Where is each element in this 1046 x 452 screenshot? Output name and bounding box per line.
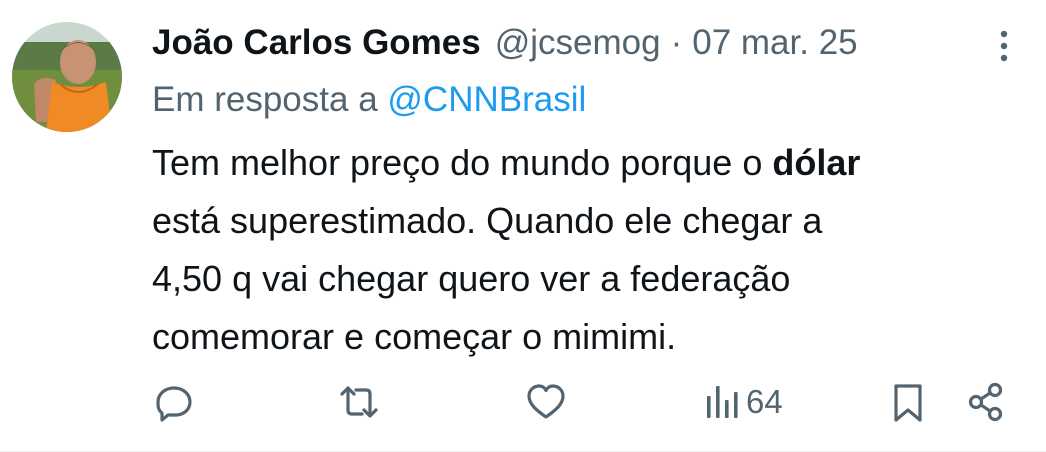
header-separator: · (670, 23, 683, 62)
author-handle[interactable]: @jcsemog (495, 23, 661, 63)
views-chart-icon (704, 380, 740, 424)
retweet-icon (336, 380, 382, 424)
retweet-button[interactable] (336, 372, 382, 432)
tweet-text-line-2: está superestimado. Quando ele chegar a (152, 200, 823, 241)
bookmark-button[interactable] (888, 372, 928, 432)
tweet-text: Tem melhor preço do mundo porque o dólar… (152, 134, 1012, 366)
avatar[interactable] (12, 22, 122, 132)
tweet-text-line-1: Tem melhor preço do mundo porque o dólar (152, 134, 1012, 192)
reply-mention-link[interactable]: @CNNBrasil (387, 80, 586, 119)
reply-context: Em resposta a @CNNBrasil (152, 80, 586, 120)
reply-icon (152, 380, 196, 424)
author-name[interactable]: João Carlos Gomes (152, 23, 481, 63)
more-options-icon[interactable] (992, 26, 1016, 66)
reply-prefix: Em resposta a (152, 80, 378, 119)
reply-button[interactable] (152, 372, 196, 432)
tweet-actions-bar: 64 (0, 372, 1046, 432)
views-button[interactable]: 64 (704, 372, 783, 432)
tweet-date[interactable]: 07 mar. 25 (692, 23, 857, 63)
heart-icon (524, 380, 568, 424)
share-icon (966, 380, 1006, 424)
tweet-text-line-4: comemorar e começar o mimimi. (152, 316, 677, 357)
share-button[interactable] (966, 372, 1006, 432)
tweet-text-line-3: 4,50 q vai chegar quero ver a federação (152, 258, 791, 299)
tweet-text-bold-word: dólar (772, 142, 861, 183)
bookmark-icon (888, 380, 928, 424)
tweet-card[interactable]: João Carlos Gomes @jcsemog · 07 mar. 25 … (0, 0, 1046, 452)
tweet-text-line-1-plain: Tem melhor preço do mundo porque o (152, 142, 763, 183)
like-button[interactable] (524, 372, 568, 432)
tweet-header: João Carlos Gomes @jcsemog · 07 mar. 25 (152, 20, 858, 66)
views-count: 64 (746, 383, 783, 420)
